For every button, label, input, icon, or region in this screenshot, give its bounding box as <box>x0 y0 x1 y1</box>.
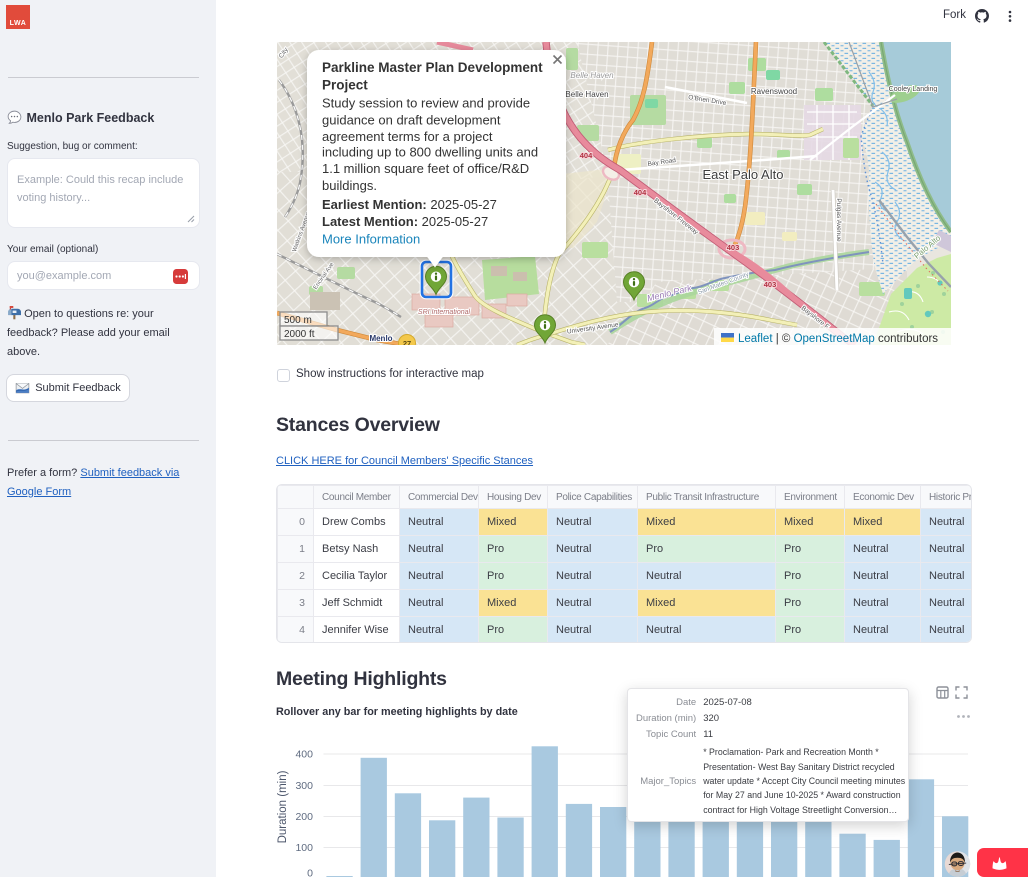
svg-text:Belle Haven: Belle Haven <box>570 71 614 80</box>
svg-text:More Information: More Information <box>322 232 420 247</box>
svg-text:Parkline Master Plan Developme: Parkline Master Plan Development <box>322 60 543 75</box>
svg-text:100: 100 <box>295 842 313 854</box>
svg-text:SRI International: SRI International <box>418 309 471 316</box>
svg-text:200: 200 <box>295 811 313 823</box>
svg-text:2000 ft: 2000 ft <box>284 329 315 340</box>
svg-text:403: 403 <box>764 280 777 289</box>
svg-text:Earliest Mention: 2025-05-27: Earliest Mention: 2025-05-27 <box>322 197 497 212</box>
svg-text:300: 300 <box>295 780 313 792</box>
svg-text:East Palo Alto: East Palo Alto <box>703 167 784 182</box>
svg-text:404: 404 <box>580 151 593 160</box>
svg-text:500 m: 500 m <box>284 315 312 326</box>
svg-text:404: 404 <box>634 188 647 197</box>
svg-text:Pulgas Avenue: Pulgas Avenue <box>835 198 842 242</box>
svg-text:Leaflet | © OpenStreetMap cont: Leaflet | © OpenStreetMap contributors <box>738 333 938 345</box>
svg-text:Ravenswood: Ravenswood <box>751 87 797 96</box>
svg-text:Project: Project <box>322 78 368 93</box>
svg-text:Study session to review and pr: Study session to review and provide <box>322 95 530 110</box>
svg-text:Cooley Landing: Cooley Landing <box>889 86 938 93</box>
svg-text:27: 27 <box>403 339 411 345</box>
svg-text:guidance on draft development: guidance on draft development <box>322 112 501 127</box>
svg-text:Menlo: Menlo <box>369 334 392 343</box>
svg-text:including up to 800 dwelling u: including up to 800 dwelling units and <box>322 144 538 159</box>
svg-text:agreement terms for a project: agreement terms for a project <box>322 129 493 144</box>
svg-text:Belle Haven: Belle Haven <box>565 90 608 99</box>
svg-text:buildings.: buildings. <box>322 178 377 193</box>
svg-text:403: 403 <box>727 243 740 252</box>
svg-text:Latest Mention: 2025-05-27: Latest Mention: 2025-05-27 <box>322 214 488 229</box>
svg-text:Duration (min): Duration (min) <box>277 770 289 843</box>
svg-text:0: 0 <box>307 868 313 878</box>
svg-text:400: 400 <box>295 749 313 761</box>
svg-text:1.1 million square feet of off: 1.1 million square feet of office/R&D <box>322 161 529 176</box>
